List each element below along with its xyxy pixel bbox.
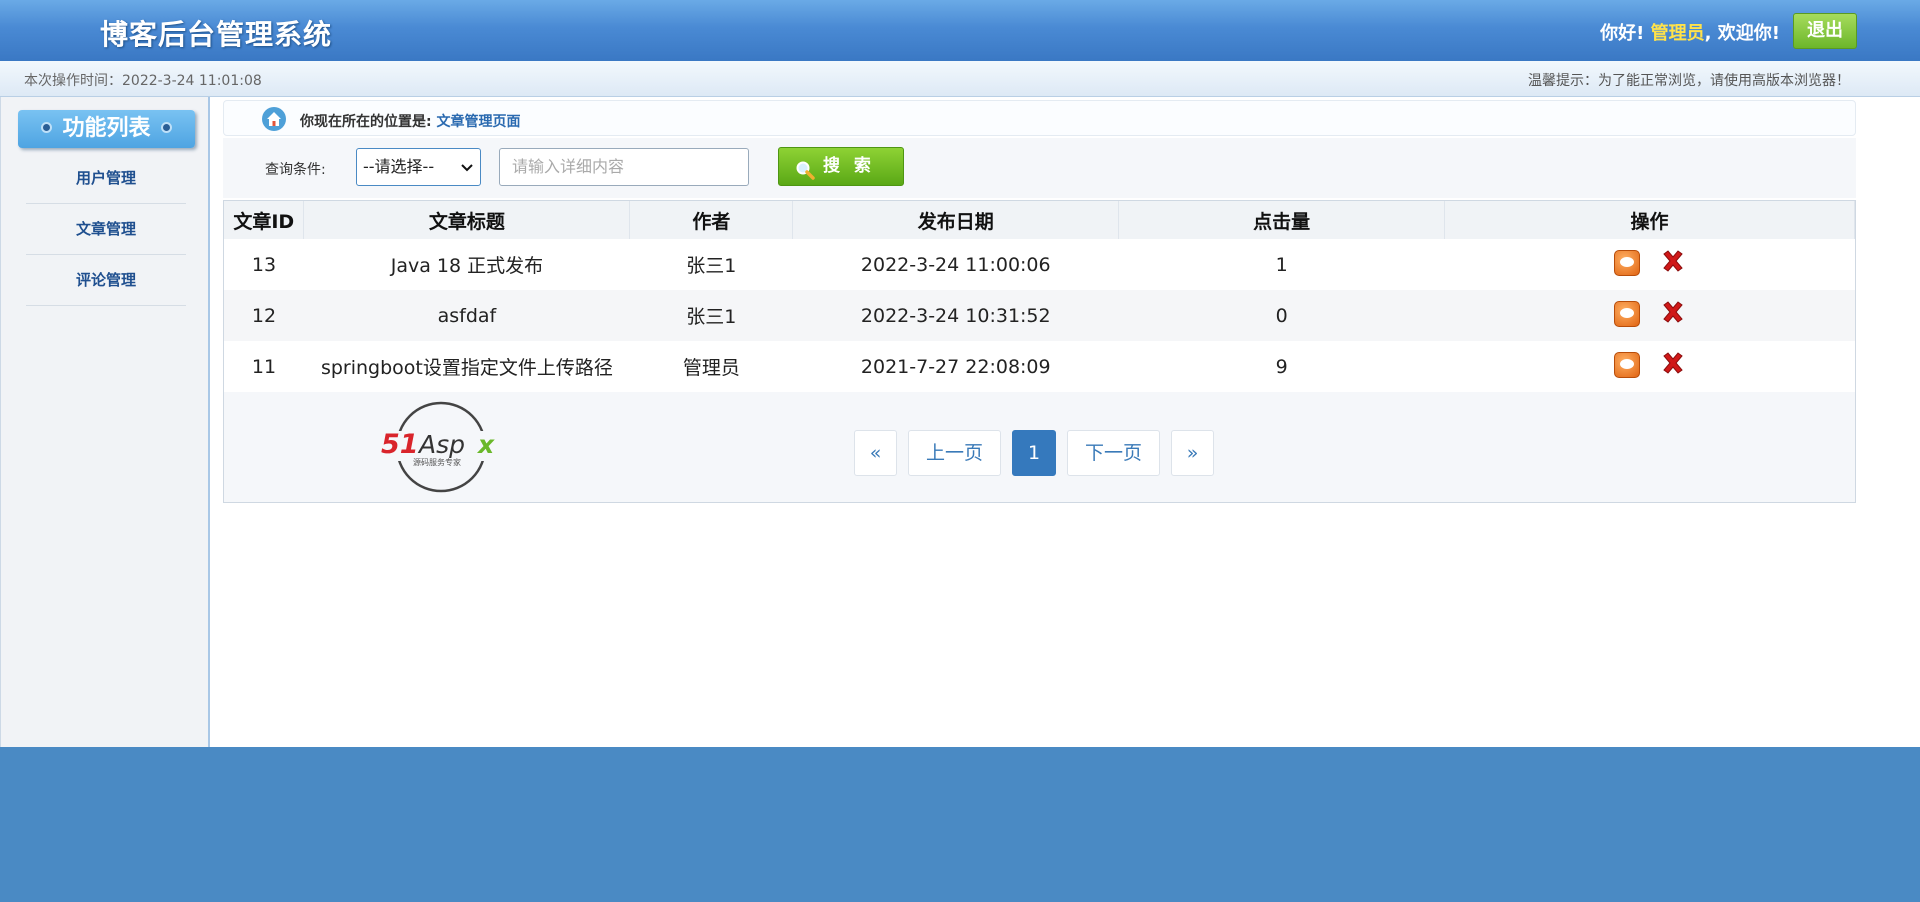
svg-text:x: x [476, 430, 495, 459]
cell-title: Java 18 正式发布 [303, 239, 630, 290]
cell-id: 11 [224, 341, 304, 392]
breadcrumb-current[interactable]: 文章管理页面 [436, 114, 520, 130]
page-first-button[interactable]: « [854, 430, 897, 476]
comment-icon[interactable] [1613, 250, 1640, 277]
column-header-id: 文章ID [224, 201, 305, 239]
cell-date: 2021-7-27 22:08:09 [792, 341, 1119, 392]
page-last-button[interactable]: » [1171, 430, 1214, 476]
table-row: 12 asfdaf 张三1 2022-3-24 10:31:52 0 [224, 290, 1855, 341]
cell-id: 12 [224, 290, 304, 341]
sidebar-item-article-management[interactable]: 文章管理 [26, 204, 186, 255]
operation-time: 本次操作时间：2022-3-24 11:01:08 [24, 73, 262, 89]
delete-icon[interactable] [1660, 299, 1686, 330]
cell-date: 2022-3-24 10:31:52 [792, 290, 1119, 341]
breadcrumb: 你现在所在的位置是: 文章管理页面 [223, 100, 1856, 136]
greeting: 你好! 管理员, 欢迎你! [1600, 19, 1780, 45]
breadcrumb-label: 你现在所在的位置是: 文章管理页面 [300, 111, 520, 131]
cell-date: 2022-3-24 11:00:06 [792, 239, 1119, 290]
column-header-clicks: 点击量 [1118, 201, 1446, 239]
app-title: 博客后台管理系统 [100, 18, 333, 51]
delete-icon[interactable] [1660, 248, 1686, 279]
sidebar: 功能列表 用户管理 文章管理 评论管理 [0, 97, 210, 747]
cell-author: 张三1 [629, 239, 793, 290]
article-table: 文章ID 文章标题 作者 发布日期 点击量 操作 13 Java 18 正式发布… [224, 201, 1855, 392]
sidebar-item-user-management[interactable]: 用户管理 [26, 153, 186, 204]
current-user: 管理员 [1650, 23, 1705, 44]
delete-icon[interactable] [1660, 350, 1686, 381]
51aspx-watermark-logo: 51 Asp x 源码服务专家 [379, 401, 504, 493]
cell-clicks: 0 [1118, 290, 1445, 341]
search-button[interactable]: 搜 索 [778, 147, 904, 186]
column-header-author: 作者 [629, 201, 794, 239]
sidebar-item-comment-management[interactable]: 评论管理 [26, 255, 186, 306]
home-icon[interactable] [262, 107, 286, 131]
cell-clicks: 1 [1118, 239, 1445, 290]
search-icon [795, 157, 815, 194]
query-label: 查询条件: [265, 162, 326, 178]
comment-icon[interactable] [1613, 352, 1640, 379]
info-bar: 本次操作时间：2022-3-24 11:01:08 温馨提示：为了能正常浏览，请… [0, 61, 1920, 97]
cell-title: asfdaf [303, 290, 630, 341]
search-bar: 查询条件: --请选择-- 请输入详细内容 搜 索 [223, 138, 1856, 198]
table-row: 11 springboot设置指定文件上传路径 管理员 2021-7-27 22… [224, 341, 1855, 392]
comment-icon[interactable] [1613, 301, 1640, 328]
svg-text:Asp: Asp [417, 430, 465, 459]
cell-title: springboot设置指定文件上传路径 [303, 341, 630, 392]
logout-button[interactable]: 退出 [1793, 13, 1857, 49]
table-row: 13 Java 18 正式发布 张三1 2022-3-24 11:00:06 1 [224, 239, 1855, 290]
greeting-suffix: , 欢迎你! [1704, 23, 1780, 44]
bullet-icon [160, 121, 172, 133]
page-next-button[interactable]: 下一页 [1067, 430, 1160, 476]
sidebar-title-label: 功能列表 [62, 116, 151, 141]
column-header-date: 发布日期 [792, 201, 1120, 239]
chevron-down-icon [460, 150, 474, 200]
pagination: « 上一页 1 下一页 » [854, 430, 1214, 476]
select-value: --请选择-- [363, 157, 435, 176]
cell-actions [1444, 341, 1855, 392]
cell-actions [1444, 239, 1855, 290]
sidebar-title: 功能列表 [18, 110, 195, 148]
column-header-actions: 操作 [1444, 201, 1855, 239]
column-header-title: 文章标题 [303, 201, 631, 239]
page-current-button[interactable]: 1 [1012, 430, 1056, 476]
top-header: 博客后台管理系统 你好! 管理员, 欢迎你! 退出 [0, 0, 1920, 61]
cell-clicks: 9 [1118, 341, 1445, 392]
cell-id: 13 [224, 239, 304, 290]
main-content: 你现在所在的位置是: 文章管理页面 查询条件: --请选择-- 请输入详细内容 … [210, 97, 1920, 747]
article-table-panel: 文章ID 文章标题 作者 发布日期 点击量 操作 13 Java 18 正式发布… [223, 200, 1856, 503]
svg-text:源码服务专家: 源码服务专家 [413, 457, 461, 467]
cell-author: 管理员 [629, 341, 793, 392]
cell-author: 张三1 [629, 290, 793, 341]
search-input[interactable]: 请输入详细内容 [499, 148, 749, 186]
search-button-label: 搜 索 [823, 156, 875, 176]
cell-actions [1444, 290, 1855, 341]
breadcrumb-prefix: 你现在所在的位置是: [300, 114, 432, 130]
bullet-icon [41, 121, 53, 133]
query-condition-select[interactable]: --请选择-- [356, 148, 481, 186]
browser-tip: 温馨提示：为了能正常浏览，请使用高版本浏览器！ [1528, 73, 1850, 89]
table-header-row: 文章ID 文章标题 作者 发布日期 点击量 操作 [224, 201, 1855, 239]
greeting-prefix: 你好! [1600, 23, 1645, 44]
page-prev-button[interactable]: 上一页 [908, 430, 1001, 476]
svg-text:51: 51 [381, 429, 419, 460]
